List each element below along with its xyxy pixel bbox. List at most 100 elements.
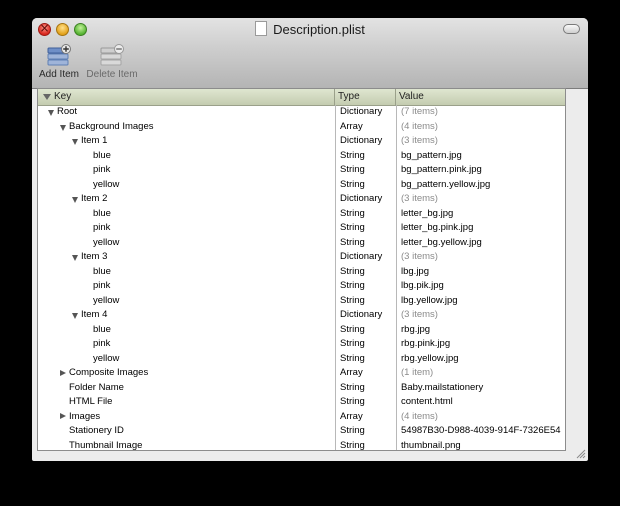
delete-item-button[interactable]: Delete Item [86, 44, 138, 80]
type-cell[interactable]: String [335, 177, 396, 192]
value-cell[interactable]: rbg.yellow.jpg [396, 351, 565, 366]
type-cell[interactable]: String [335, 279, 396, 294]
type-cell[interactable]: Dictionary [335, 105, 396, 120]
value-cell[interactable]: Baby.mailstationery [396, 380, 565, 395]
plist-row[interactable]: blue String rbg.jpg [38, 322, 565, 338]
key-cell[interactable]: Item 1 [38, 134, 335, 149]
key-column-header[interactable]: Key [38, 89, 335, 105]
type-cell[interactable]: String [335, 380, 396, 395]
plist-row[interactable]: yellow String rbg.yellow.jpg [38, 351, 565, 367]
type-column-header[interactable]: Type [335, 89, 396, 105]
disclosure-triangle-open-icon[interactable] [72, 139, 78, 145]
key-cell[interactable]: blue [38, 207, 335, 222]
key-cell[interactable]: Thumbnail Image [38, 439, 335, 451]
value-cell[interactable]: rbg.jpg [396, 322, 565, 337]
value-cell[interactable]: (3 items) [396, 250, 565, 265]
value-cell[interactable]: (4 items) [396, 119, 565, 134]
key-cell[interactable]: yellow [38, 294, 335, 309]
value-cell[interactable]: (4 items) [396, 409, 565, 424]
disclosure-triangle-closed-icon[interactable] [60, 413, 66, 419]
plist-outline-view[interactable]: Key Type Value Root Dictionary (7 items) Ba… [37, 88, 566, 451]
type-cell[interactable]: String [335, 351, 396, 366]
value-cell[interactable]: bg_pattern.pink.jpg [396, 163, 565, 178]
value-cell[interactable]: content.html [396, 395, 565, 410]
toolbar-toggle-button[interactable] [563, 24, 580, 34]
type-cell[interactable]: String [335, 221, 396, 236]
plist-row[interactable]: blue String bg_pattern.jpg [38, 148, 565, 163]
type-cell[interactable]: String [335, 322, 396, 337]
key-cell[interactable]: HTML File [38, 395, 335, 410]
value-cell[interactable]: (3 items) [396, 134, 565, 149]
key-cell[interactable]: Stationery ID [38, 424, 335, 439]
type-cell[interactable]: String [335, 424, 396, 439]
plist-row[interactable]: Thumbnail Image String thumbnail.png [38, 438, 565, 451]
value-column-header[interactable]: Value [396, 89, 565, 105]
value-cell[interactable]: lbg.pik.jpg [396, 279, 565, 294]
plist-row[interactable]: Item 1 Dictionary (3 items) [38, 134, 565, 149]
value-cell[interactable]: letter_bg.jpg [396, 206, 565, 221]
type-cell[interactable]: Array [335, 409, 396, 424]
key-cell[interactable]: Item 4 [38, 308, 335, 323]
value-cell[interactable]: 54987B30-D988-4039-914F-7326E54 [396, 424, 565, 439]
key-cell[interactable]: Composite Images [38, 366, 335, 381]
disclosure-triangle-open-icon[interactable] [60, 124, 66, 131]
value-cell[interactable]: lbg.jpg [396, 264, 565, 279]
disclosure-triangle-open-icon[interactable] [72, 313, 78, 319]
type-cell[interactable]: Dictionary [335, 308, 396, 323]
type-cell[interactable]: String [335, 293, 396, 308]
key-cell[interactable]: yellow [38, 352, 335, 367]
key-cell[interactable]: Folder Name [38, 381, 335, 396]
plist-row[interactable]: Images Array (4 items) [38, 409, 565, 425]
disclosure-triangle-open-icon[interactable] [72, 197, 78, 203]
key-cell[interactable]: pink [38, 221, 335, 236]
add-item-button[interactable]: Add Item [36, 44, 82, 80]
plist-row[interactable]: Item 2 Dictionary (3 items) [38, 192, 565, 207]
type-cell[interactable]: String [335, 395, 396, 410]
value-cell[interactable]: bg_pattern.yellow.jpg [396, 177, 565, 192]
title-bar[interactable]: Description.plist Add Item Delete Item [32, 18, 588, 89]
plist-row[interactable]: yellow String lbg.yellow.jpg [38, 293, 565, 309]
value-cell[interactable]: bg_pattern.jpg [396, 148, 565, 163]
key-cell[interactable]: Item 3 [38, 250, 335, 265]
type-cell[interactable]: Dictionary [335, 250, 396, 265]
value-cell[interactable]: (3 items) [396, 192, 565, 207]
plist-row[interactable]: Folder Name String Baby.mailstationery [38, 380, 565, 396]
key-cell[interactable]: Images [38, 410, 335, 425]
value-cell[interactable]: (3 items) [396, 308, 565, 323]
value-cell[interactable]: letter_bg.pink.jpg [396, 221, 565, 236]
plist-row[interactable]: Item 4 Dictionary (3 items) [38, 308, 565, 323]
key-cell[interactable]: blue [38, 323, 335, 338]
plist-row[interactable]: yellow String bg_pattern.yellow.jpg [38, 177, 565, 193]
value-cell[interactable]: rbg.pink.jpg [396, 337, 565, 352]
value-cell[interactable]: letter_bg.yellow.jpg [396, 235, 565, 250]
type-cell[interactable]: String [335, 264, 396, 279]
type-cell[interactable]: String [335, 337, 396, 352]
plist-row[interactable]: Stationery ID String 54987B30-D988-4039-91… [38, 424, 565, 439]
plist-row[interactable]: Composite Images Array (1 item) [38, 366, 565, 381]
type-cell[interactable]: String [335, 438, 396, 450]
type-cell[interactable]: Dictionary [335, 192, 396, 207]
plist-row[interactable]: pink String lbg.pik.jpg [38, 279, 565, 294]
key-cell[interactable]: pink [38, 279, 335, 294]
key-cell[interactable]: Item 2 [38, 192, 335, 207]
value-cell[interactable]: lbg.yellow.jpg [396, 293, 565, 308]
plist-row[interactable]: yellow String letter_bg.yellow.jpg [38, 235, 565, 251]
type-cell[interactable]: Array [335, 119, 396, 134]
key-cell[interactable]: Background Images [38, 120, 335, 135]
type-cell[interactable]: String [335, 235, 396, 250]
type-cell[interactable]: String [335, 148, 396, 163]
value-cell[interactable]: (1 item) [396, 366, 565, 381]
disclosure-triangle-open-icon[interactable] [48, 110, 54, 116]
plist-row[interactable]: HTML File String content.html [38, 395, 565, 410]
key-cell[interactable]: yellow [38, 236, 335, 251]
type-cell[interactable]: Array [335, 366, 396, 381]
type-cell[interactable]: Dictionary [335, 134, 396, 149]
type-cell[interactable]: String [335, 163, 396, 178]
plist-row[interactable]: Item 3 Dictionary (3 items) [38, 250, 565, 265]
disclosure-triangle-open-icon[interactable] [72, 255, 78, 261]
value-cell[interactable]: (7 items) [396, 105, 565, 120]
key-cell[interactable]: Root [38, 105, 335, 120]
key-cell[interactable]: yellow [38, 178, 335, 193]
plist-row[interactable]: blue String letter_bg.jpg [38, 206, 565, 222]
type-cell[interactable]: String [335, 206, 396, 221]
